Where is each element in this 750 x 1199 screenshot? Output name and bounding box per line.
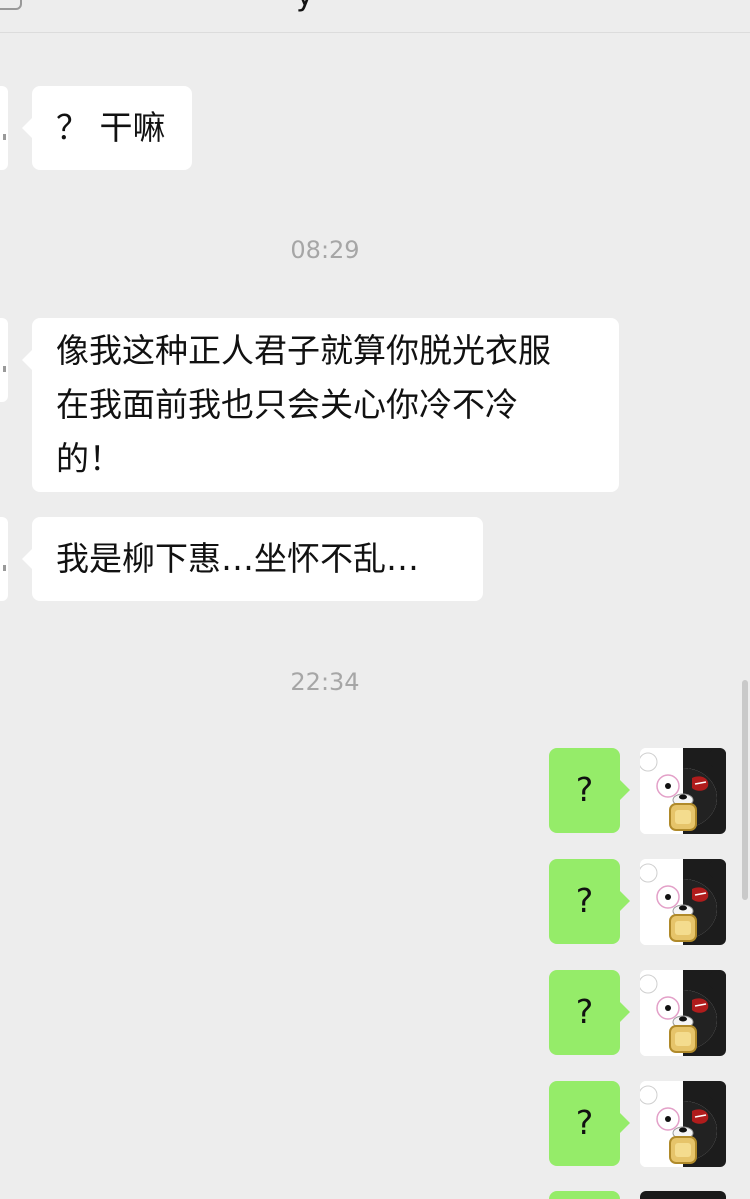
outgoing-message-bubble[interactable]: ?: [549, 748, 630, 833]
contact-avatar[interactable]: [0, 86, 8, 170]
incoming-message-bubble[interactable]: 像我这种正人君子就算你脱光衣服 在我面前我也只会关心你冷不冷 的！: [22, 318, 619, 492]
message-text: 我是柳下惠…坐怀不乱…: [56, 539, 419, 578]
monokuma-avatar-icon[interactable]: [640, 859, 726, 945]
chat-title: y: [296, 0, 314, 13]
outgoing-message-bubble[interactable]: ?: [549, 1081, 630, 1166]
monokuma-avatar-icon[interactable]: [640, 970, 726, 1056]
contact-avatar[interactable]: [0, 517, 8, 601]
outgoing-message-bubble[interactable]: ?: [549, 970, 630, 1055]
outgoing-message-bubble[interactable]: [549, 1191, 620, 1199]
scrollbar[interactable]: [742, 680, 748, 900]
message-text-line: 在我面前我也只会关心你冷不冷: [56, 385, 518, 424]
message-text-line: 像我这种正人君子就算你脱光衣服: [56, 331, 551, 370]
message-timestamp: 22:34: [290, 668, 360, 696]
outgoing-message-bubble[interactable]: ?: [549, 859, 630, 944]
message-text: ?: [575, 992, 594, 1031]
monokuma-avatar-icon[interactable]: [640, 748, 726, 834]
incoming-message-bubble[interactable]: 我是柳下惠…坐怀不乱…: [22, 517, 483, 601]
message-text-line: 的！: [56, 439, 122, 478]
monokuma-avatar-icon[interactable]: [640, 1081, 726, 1167]
chat-header: y: [0, 0, 750, 33]
message-text: ?: [575, 1103, 594, 1142]
back-icon[interactable]: [0, 0, 22, 10]
message-text: ?: [575, 881, 594, 920]
message-timestamp: 08:29: [290, 236, 360, 264]
message-text: ？ 干嘛: [56, 108, 166, 147]
incoming-message-bubble[interactable]: ？ 干嘛: [22, 86, 192, 170]
monokuma-avatar-icon[interactable]: [640, 1191, 726, 1199]
contact-avatar[interactable]: [0, 318, 8, 402]
message-text: ?: [575, 770, 594, 809]
